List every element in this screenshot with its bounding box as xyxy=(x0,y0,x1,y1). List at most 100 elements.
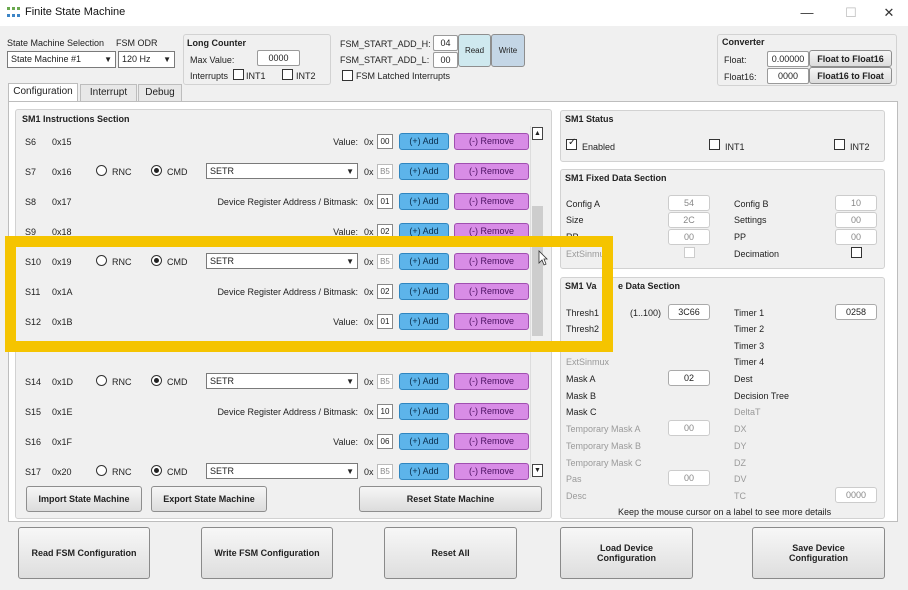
fsm-odr-select[interactable]: 120 Hz ▼ xyxy=(118,51,175,68)
rnc-radio[interactable] xyxy=(96,465,107,476)
remove-button[interactable]: (-) Remove xyxy=(454,373,529,390)
read-button[interactable]: Read xyxy=(458,34,491,67)
thresh1-field[interactable]: 3C66 xyxy=(668,304,710,320)
extsinmux-checkbox[interactable] xyxy=(684,247,695,258)
import-state-machine-button[interactable]: Import State Machine xyxy=(26,486,142,512)
float-to-float16-button[interactable]: Float to Float16 xyxy=(809,50,892,67)
hex-value-box[interactable]: B5 xyxy=(377,464,393,479)
hex-value-box[interactable]: 10 xyxy=(377,404,393,419)
tab-configuration[interactable]: Configuration xyxy=(8,83,78,101)
remove-button[interactable]: (-) Remove xyxy=(454,313,529,330)
cmd-radio[interactable] xyxy=(151,465,162,476)
scroll-down-icon[interactable]: ▼ xyxy=(532,464,543,477)
cmd-radio[interactable] xyxy=(151,255,162,266)
pp-field[interactable]: 00 xyxy=(835,229,877,245)
tab-debug[interactable]: Debug xyxy=(138,84,182,101)
add-button[interactable]: (+) Add xyxy=(399,253,449,270)
hex-value-box[interactable]: 00 xyxy=(377,134,393,149)
export-state-machine-button[interactable]: Export State Machine xyxy=(151,486,267,512)
tmask-a-field[interactable]: 00 xyxy=(668,420,710,436)
rnc-radio[interactable] xyxy=(96,375,107,386)
hex-value-box[interactable]: 01 xyxy=(377,314,393,329)
cmd-radio[interactable] xyxy=(151,165,162,176)
tab-interrupt[interactable]: Interrupt xyxy=(80,84,137,101)
dy-label: DY xyxy=(734,441,747,451)
config-b-field[interactable]: 10 xyxy=(835,195,877,211)
start-add-h-label: FSM_START_ADD_H: xyxy=(340,39,431,49)
enabled-checkbox[interactable]: ✓ xyxy=(566,137,577,150)
mask-a-field[interactable]: 02 xyxy=(668,370,710,386)
size-field[interactable]: 2C xyxy=(668,212,710,228)
remove-button[interactable]: (-) Remove xyxy=(454,283,529,300)
add-button[interactable]: (+) Add xyxy=(399,313,449,330)
max-value-input[interactable]: 0000 xyxy=(257,50,300,66)
reset-state-machine-button[interactable]: Reset State Machine xyxy=(359,486,542,512)
float16-input[interactable]: 0000 xyxy=(767,68,809,84)
hex-value-box[interactable]: B5 xyxy=(377,164,393,179)
add-button[interactable]: (+) Add xyxy=(399,133,449,150)
remove-button[interactable]: (-) Remove xyxy=(454,223,529,240)
timer1-field[interactable]: 0258 xyxy=(835,304,877,320)
status-int2-checkbox[interactable] xyxy=(834,139,845,150)
int1-checkbox[interactable] xyxy=(233,69,244,80)
remove-button[interactable]: (-) Remove xyxy=(454,433,529,450)
remove-button[interactable]: (-) Remove xyxy=(454,463,529,480)
add-button[interactable]: (+) Add xyxy=(399,193,449,210)
decimation-checkbox[interactable] xyxy=(851,247,862,258)
hex-value-box[interactable]: 02 xyxy=(377,224,393,239)
command-select[interactable]: SETR ▼ xyxy=(206,373,358,389)
hex-value-box[interactable]: 01 xyxy=(377,194,393,209)
add-button[interactable]: (+) Add xyxy=(399,403,449,420)
hex-value-box[interactable]: B5 xyxy=(377,254,393,269)
scrollbar-thumb[interactable] xyxy=(532,206,543,336)
command-select[interactable]: SETR ▼ xyxy=(206,253,358,269)
start-add-h-input[interactable]: 04 xyxy=(433,35,458,51)
write-fsm-configuration-button[interactable]: Write FSM Configuration xyxy=(201,527,333,579)
add-button[interactable]: (+) Add xyxy=(399,163,449,180)
command-select[interactable]: SETR ▼ xyxy=(206,463,358,479)
remove-button[interactable]: (-) Remove xyxy=(454,133,529,150)
remove-button[interactable]: (-) Remove xyxy=(454,193,529,210)
add-button[interactable]: (+) Add xyxy=(399,433,449,450)
reset-all-button[interactable]: Reset All xyxy=(384,527,517,579)
instructions-scrollbar[interactable]: ▲ ▼ xyxy=(530,126,544,478)
minimize-button[interactable]: — xyxy=(788,0,826,26)
rp-field[interactable]: 00 xyxy=(668,229,710,245)
config-a-label: Config A xyxy=(566,199,601,209)
cmd-label: CMD xyxy=(167,257,188,267)
float-input[interactable]: 0.00000 xyxy=(767,51,809,67)
pas-field[interactable]: 00 xyxy=(668,470,710,486)
hex-value-box[interactable]: 06 xyxy=(377,434,393,449)
add-button[interactable]: (+) Add xyxy=(399,223,449,240)
add-button[interactable]: (+) Add xyxy=(399,373,449,390)
add-button[interactable]: (+) Add xyxy=(399,283,449,300)
maximize-button[interactable]: ☐ xyxy=(832,0,870,26)
read-fsm-configuration-button[interactable]: Read FSM Configuration xyxy=(18,527,150,579)
command-select[interactable]: SETR ▼ xyxy=(206,163,358,179)
fsm-latched-checkbox[interactable] xyxy=(342,70,353,81)
write-button[interactable]: Write xyxy=(491,34,525,67)
load-device-configuration-button[interactable]: Load Device Configuration xyxy=(560,527,693,579)
hex-value-box[interactable]: 02 xyxy=(377,284,393,299)
float16-to-float-button[interactable]: Float16 to Float xyxy=(809,67,892,84)
config-a-field[interactable]: 54 xyxy=(668,195,710,211)
remove-button[interactable]: (-) Remove xyxy=(454,163,529,180)
int2-checkbox[interactable] xyxy=(282,69,293,80)
remove-button[interactable]: (-) Remove xyxy=(454,403,529,420)
remove-button[interactable]: (-) Remove xyxy=(454,253,529,270)
save-device-configuration-button[interactable]: Save Device Configuration xyxy=(752,527,885,579)
cmd-label: CMD xyxy=(167,167,188,177)
start-add-l-input[interactable]: 00 xyxy=(433,52,458,68)
cmd-radio[interactable] xyxy=(151,375,162,386)
int2-label: INT2 xyxy=(296,71,316,81)
rnc-radio[interactable] xyxy=(96,255,107,266)
hex-value-box[interactable]: B5 xyxy=(377,374,393,389)
tc-field[interactable]: 0000 xyxy=(835,487,877,503)
state-machine-select[interactable]: State Machine #1 ▼ xyxy=(7,51,116,68)
scroll-up-icon[interactable]: ▲ xyxy=(532,127,543,140)
status-int1-checkbox[interactable] xyxy=(709,139,720,150)
rnc-radio[interactable] xyxy=(96,165,107,176)
close-button[interactable]: ✕ xyxy=(870,0,908,26)
add-button[interactable]: (+) Add xyxy=(399,463,449,480)
settings-field[interactable]: 00 xyxy=(835,212,877,228)
